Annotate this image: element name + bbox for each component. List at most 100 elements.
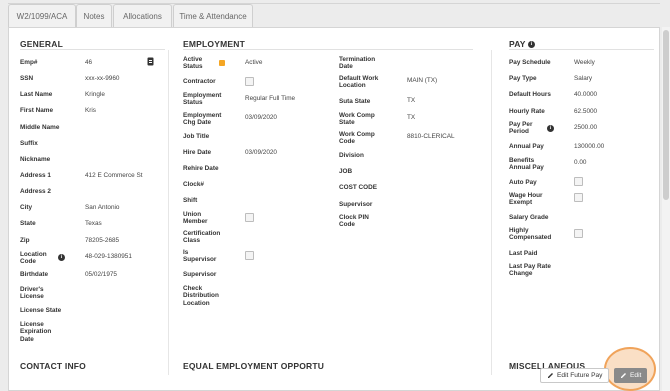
division-label: Division: [339, 152, 364, 159]
address2-label: Address 2: [20, 188, 51, 195]
active-status-label: Active Status: [183, 56, 203, 71]
default-work-location-value: MAIN (TX): [407, 77, 438, 84]
job-label: JOB: [339, 168, 353, 175]
tab-label: Notes: [83, 12, 105, 21]
birthdate-label: Birthdate: [20, 271, 49, 278]
edit-future-pay-button[interactable]: Edit Future Pay: [540, 368, 610, 383]
license-expiration-label: License Expiration Date: [20, 321, 52, 343]
rehire-date-label: Rehire Date: [183, 165, 219, 172]
employment-title: EMPLOYMENT: [183, 39, 245, 49]
work-comp-code-label: Work Comp Code: [339, 131, 375, 146]
is-supervisor-checkbox[interactable]: [245, 251, 254, 260]
pay-per-period-value: 2500.00: [574, 124, 598, 131]
pay-type-label: Pay Type: [509, 75, 537, 82]
address1-label: Address 1: [20, 172, 51, 179]
is-supervisor-label: Is Supervisor: [183, 249, 217, 264]
union-member-checkbox[interactable]: [245, 213, 254, 222]
emp-number-label: Emp#: [20, 59, 38, 66]
work-comp-code-value: 8810-CLERICAL: [407, 133, 455, 140]
edit-button[interactable]: Edit: [614, 368, 648, 383]
termination-date-label: Termination Date: [339, 56, 376, 71]
last-name-label: Last Name: [20, 91, 53, 98]
annual-pay-label: Annual Pay: [509, 143, 544, 150]
pencil-icon: [621, 373, 626, 378]
suta-state-label: Suta State: [339, 98, 371, 105]
check-distribution-location-label: Check Distribution Location: [183, 285, 219, 307]
address1-value: 412 E Commerce St: [85, 172, 143, 179]
employment-status-label: Employment Status: [183, 92, 222, 107]
pay-per-period-info-icon[interactable]: i: [547, 125, 554, 132]
shift-label: Shift: [183, 197, 198, 204]
active-status-value: Active: [245, 59, 263, 66]
last-paid-label: Last Paid: [509, 250, 538, 257]
first-name-value: Kris: [85, 107, 97, 114]
clock-pin-code-label: Clock PIN Code: [339, 214, 369, 229]
ssn-value: xxx-xx-9960: [85, 75, 120, 82]
work-comp-state-label: Work Comp State: [339, 112, 375, 127]
employment-status-value: Regular Full Time: [245, 95, 296, 102]
pay-title: PAY: [509, 39, 526, 49]
last-pay-rate-change-label: Last Pay Rate Change: [509, 263, 551, 278]
state-value: Texas: [85, 220, 102, 227]
zip-label: Zip: [20, 237, 30, 244]
pay-schedule-label: Pay Schedule: [509, 59, 551, 66]
contractor-label: Contractor: [183, 78, 216, 85]
highly-compensated-checkbox[interactable]: [574, 229, 583, 238]
column-divider: [168, 50, 169, 375]
state-label: State: [20, 220, 36, 227]
location-code-value: 48-029-1380951: [85, 253, 132, 260]
ssn-label: SSN: [20, 75, 34, 82]
nickname-label: Nickname: [20, 156, 51, 163]
default-hours-value: 40.0000: [574, 91, 598, 98]
emp-number-value: 46: [85, 59, 93, 66]
tab-notes[interactable]: Notes: [76, 4, 112, 28]
employment-divider: [183, 49, 473, 50]
general-divider: [20, 49, 165, 50]
hourly-rate-value: 62.5000: [574, 108, 598, 115]
auto-pay-checkbox[interactable]: [574, 177, 583, 186]
wage-hour-exempt-checkbox[interactable]: [574, 193, 583, 202]
employment-chg-date-label: Employment Chg Date: [183, 112, 222, 127]
benefits-annual-pay-value: 0.00: [574, 159, 587, 166]
auto-pay-label: Auto Pay: [509, 179, 537, 186]
highly-compensated-label: Highly Compensated: [509, 227, 552, 242]
general-title: GENERAL: [20, 39, 63, 49]
annual-pay-value: 130000.00: [574, 143, 605, 150]
scrollbar-thumb[interactable]: [663, 30, 669, 200]
work-comp-state-value: TX: [407, 114, 416, 121]
details-panel: GENERAL Emp# 46 SSN xxx-xx-9960 Last Nam…: [8, 27, 660, 391]
column-divider: [491, 50, 492, 375]
tab-label: Time & Attendance: [179, 12, 247, 21]
suta-state-value: TX: [407, 97, 416, 104]
equal-employment-title: EQUAL EMPLOYMENT OPPORTU: [183, 361, 325, 371]
hire-date-value: 03/09/2020: [245, 149, 277, 156]
wage-hour-exempt-label: Wage Hour Exempt: [509, 192, 543, 207]
cost-code-label: COST CODE: [339, 184, 377, 191]
document-icon[interactable]: [147, 57, 154, 66]
job-title-label: Job Title: [183, 133, 210, 140]
union-member-label: Union Member: [183, 211, 208, 226]
tab-w2-1099-aca[interactable]: W2/1099/ACA: [8, 4, 76, 28]
city-value: San Antonio: [85, 204, 120, 211]
supervisor-label: Supervisor: [183, 271, 217, 278]
contact-info-title: CONTACT INFO: [20, 361, 86, 371]
tab-time-attendance[interactable]: Time & Attendance: [173, 4, 253, 28]
last-name-value: Kringle: [85, 91, 105, 98]
pay-per-period-label: Pay Per Period: [509, 121, 533, 136]
pencil-icon: [548, 373, 553, 378]
edit-future-pay-label: Edit Future Pay: [557, 372, 603, 379]
tab-allocations[interactable]: Allocations: [113, 4, 172, 28]
default-hours-label: Default Hours: [509, 91, 551, 98]
birthdate-value: 05/02/1975: [85, 271, 117, 278]
certification-class-label: Certification Class: [183, 230, 221, 245]
pay-schedule-value: Weekly: [574, 59, 595, 66]
pay-info-icon[interactable]: i: [528, 41, 535, 48]
zip-value: 78205-2685: [85, 237, 120, 244]
first-name-label: First Name: [20, 107, 54, 114]
suffix-label: Suffix: [20, 140, 38, 147]
contractor-checkbox[interactable]: [245, 77, 254, 86]
middle-name-label: Middle Name: [20, 124, 60, 131]
tab-label: W2/1099/ACA: [16, 12, 68, 21]
tab-label: Allocations: [123, 12, 162, 21]
location-code-info-icon[interactable]: i: [58, 254, 65, 261]
